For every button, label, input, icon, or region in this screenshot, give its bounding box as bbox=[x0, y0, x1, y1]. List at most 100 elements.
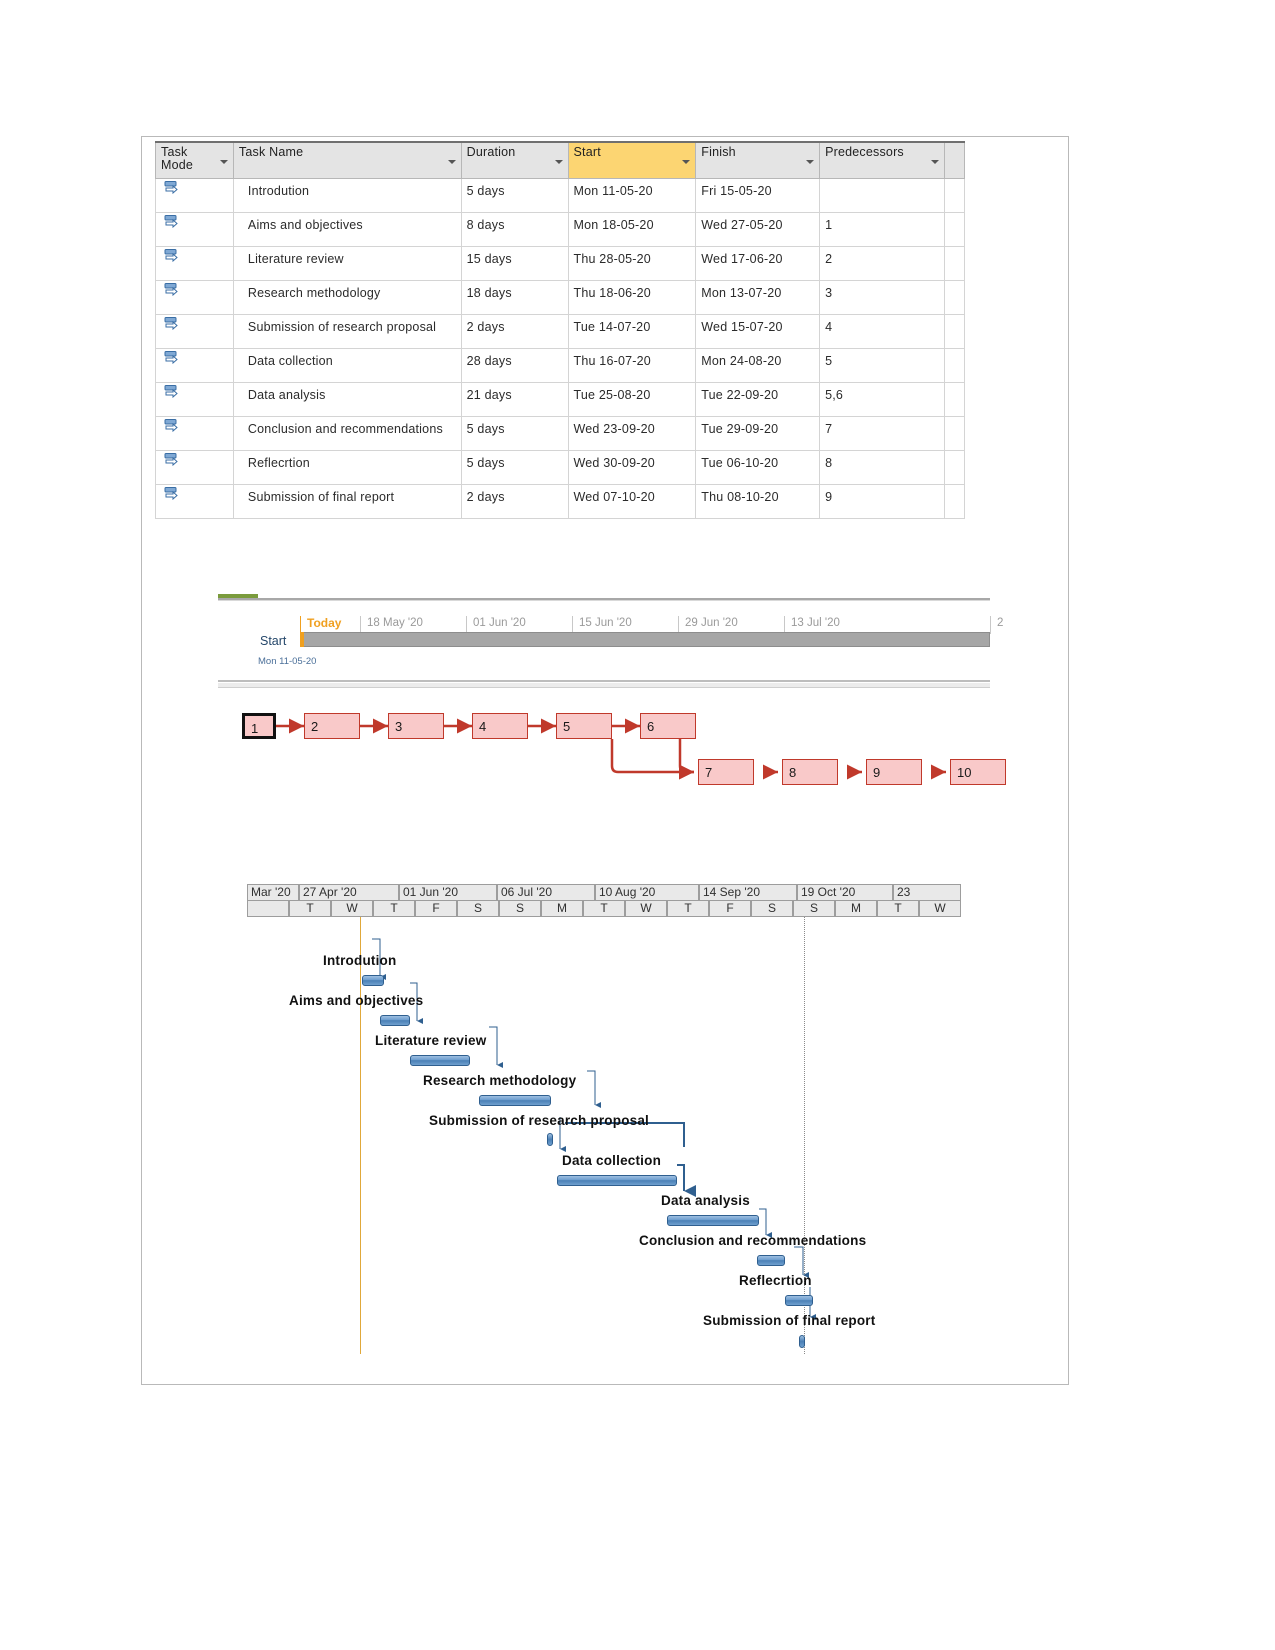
column-header-duration[interactable]: Duration bbox=[460, 141, 569, 179]
network-node-2[interactable]: 2 bbox=[304, 713, 360, 739]
gantt-task-bar[interactable] bbox=[785, 1295, 813, 1306]
gantt-task-bar[interactable] bbox=[667, 1215, 759, 1226]
task-start-cell[interactable]: Thu 18-06-20 bbox=[567, 279, 697, 315]
task-mode-cell[interactable] bbox=[155, 449, 234, 485]
task-predecessors-cell[interactable] bbox=[819, 177, 945, 213]
task-start-cell[interactable]: Wed 30-09-20 bbox=[567, 449, 697, 485]
task-start-cell[interactable]: Tue 25-08-20 bbox=[567, 381, 697, 417]
task-start-cell[interactable]: Thu 16-07-20 bbox=[567, 347, 697, 383]
task-predecessors-cell[interactable]: 5,6 bbox=[819, 381, 945, 417]
gantt-milestone-marker[interactable] bbox=[799, 1335, 805, 1348]
task-name-cell[interactable]: Conclusion and recommendations bbox=[232, 415, 462, 451]
task-finish-cell[interactable]: Tue 29-09-20 bbox=[695, 415, 821, 451]
column-header-overflow[interactable] bbox=[943, 141, 966, 179]
task-duration-cell[interactable]: 5 days bbox=[460, 449, 569, 485]
task-predecessors-cell[interactable]: 1 bbox=[819, 211, 945, 247]
timeline-project-bar[interactable] bbox=[300, 632, 990, 647]
gantt-task-bar[interactable] bbox=[362, 975, 384, 986]
task-start-cell[interactable]: Wed 07-10-20 bbox=[567, 483, 697, 519]
task-duration-cell[interactable]: 2 days bbox=[460, 313, 569, 349]
table-row[interactable]: Data analysis 21 days Tue 25-08-20 Tue 22-0… bbox=[155, 381, 966, 417]
task-mode-cell[interactable] bbox=[155, 245, 234, 281]
task-mode-cell[interactable] bbox=[155, 211, 234, 247]
chevron-down-icon[interactable] bbox=[930, 160, 939, 164]
task-name-cell[interactable]: Reflecrtion bbox=[232, 449, 462, 485]
network-node-9[interactable]: 9 bbox=[866, 759, 922, 785]
network-node-5[interactable]: 5 bbox=[556, 713, 612, 739]
table-row[interactable]: Research methodology 18 days Thu 18-06-20 M… bbox=[155, 279, 966, 315]
task-name-cell[interactable]: Introdution bbox=[232, 177, 462, 213]
task-name-cell[interactable]: Literature review bbox=[232, 245, 462, 281]
task-name-cell[interactable]: Data analysis bbox=[232, 381, 462, 417]
chevron-down-icon[interactable] bbox=[219, 160, 228, 164]
task-start-cell[interactable]: Tue 14-07-20 bbox=[567, 313, 697, 349]
task-predecessors-cell[interactable]: 4 bbox=[819, 313, 945, 349]
task-name-cell[interactable]: Aims and objectives bbox=[232, 211, 462, 247]
task-name-cell[interactable]: Research methodology bbox=[232, 279, 462, 315]
network-node-6[interactable]: 6 bbox=[640, 713, 696, 739]
task-predecessors-cell[interactable]: 8 bbox=[819, 449, 945, 485]
column-header-finish[interactable]: Finish bbox=[695, 141, 821, 179]
task-finish-cell[interactable]: Mon 13-07-20 bbox=[695, 279, 821, 315]
task-duration-cell[interactable]: 15 days bbox=[460, 245, 569, 281]
task-mode-cell[interactable] bbox=[155, 347, 234, 383]
table-row[interactable]: Reflecrtion 5 days Wed 30-09-20 Tue 06-10-2… bbox=[155, 449, 966, 485]
table-row[interactable]: Introdution 5 days Mon 11-05-20 Fri 15-05-2… bbox=[155, 177, 966, 213]
task-predecessors-cell[interactable]: 9 bbox=[819, 483, 945, 519]
table-row[interactable]: Data collection 28 days Thu 16-07-20 Mon 24… bbox=[155, 347, 966, 383]
task-mode-cell[interactable] bbox=[155, 177, 234, 213]
chevron-down-icon[interactable] bbox=[806, 160, 815, 164]
task-finish-cell[interactable]: Mon 24-08-20 bbox=[695, 347, 821, 383]
task-name-cell[interactable]: Data collection bbox=[232, 347, 462, 383]
task-name-cell[interactable]: Submission of final report bbox=[232, 483, 462, 519]
gantt-task-bar[interactable] bbox=[479, 1095, 551, 1106]
task-name-cell[interactable]: Submission of research proposal bbox=[232, 313, 462, 349]
task-duration-cell[interactable]: 5 days bbox=[460, 415, 569, 451]
column-header-task-name[interactable]: Task Name bbox=[232, 141, 462, 179]
network-node-8[interactable]: 8 bbox=[782, 759, 838, 785]
task-predecessors-cell[interactable]: 7 bbox=[819, 415, 945, 451]
chevron-down-icon[interactable] bbox=[447, 160, 456, 164]
gantt-task-bar[interactable] bbox=[380, 1015, 410, 1026]
task-finish-cell[interactable]: Fri 15-05-20 bbox=[695, 177, 821, 213]
task-start-cell[interactable]: Mon 11-05-20 bbox=[567, 177, 697, 213]
column-header-task-mode[interactable]: Task Mode bbox=[155, 141, 234, 179]
task-duration-cell[interactable]: 2 days bbox=[460, 483, 569, 519]
task-mode-cell[interactable] bbox=[155, 483, 234, 519]
chevron-down-icon[interactable] bbox=[554, 160, 563, 164]
gantt-task-bar[interactable] bbox=[410, 1055, 470, 1066]
network-node-7[interactable]: 7 bbox=[698, 759, 754, 785]
table-row[interactable]: Aims and objectives 8 days Mon 18-05-20 Wed… bbox=[155, 211, 966, 247]
task-finish-cell[interactable]: Tue 22-09-20 bbox=[695, 381, 821, 417]
task-mode-cell[interactable] bbox=[155, 381, 234, 417]
task-start-cell[interactable]: Mon 18-05-20 bbox=[567, 211, 697, 247]
task-predecessors-cell[interactable]: 5 bbox=[819, 347, 945, 383]
task-finish-cell[interactable]: Wed 15-07-20 bbox=[695, 313, 821, 349]
task-start-cell[interactable]: Wed 23-09-20 bbox=[567, 415, 697, 451]
table-row[interactable]: Submission of research proposal 2 days Tue… bbox=[155, 313, 966, 349]
task-duration-cell[interactable]: 18 days bbox=[460, 279, 569, 315]
task-mode-cell[interactable] bbox=[155, 415, 234, 451]
column-header-predecessors[interactable]: Predecessors bbox=[819, 141, 945, 179]
task-predecessors-cell[interactable]: 2 bbox=[819, 245, 945, 281]
column-header-start[interactable]: Start bbox=[567, 141, 697, 179]
network-node-4[interactable]: 4 bbox=[472, 713, 528, 739]
gantt-task-bar[interactable] bbox=[557, 1175, 677, 1186]
task-duration-cell[interactable]: 21 days bbox=[460, 381, 569, 417]
task-finish-cell[interactable]: Wed 27-05-20 bbox=[695, 211, 821, 247]
network-node-3[interactable]: 3 bbox=[388, 713, 444, 739]
network-node-10[interactable]: 10 bbox=[950, 759, 1006, 785]
table-row[interactable]: Conclusion and recommendations 5 days Wed … bbox=[155, 415, 966, 451]
network-node-1[interactable]: 1 bbox=[242, 713, 276, 739]
task-duration-cell[interactable]: 28 days bbox=[460, 347, 569, 383]
gantt-milestone-marker[interactable] bbox=[547, 1133, 553, 1146]
task-finish-cell[interactable]: Tue 06-10-20 bbox=[695, 449, 821, 485]
chevron-down-icon[interactable] bbox=[682, 160, 691, 164]
task-mode-cell[interactable] bbox=[155, 279, 234, 315]
task-finish-cell[interactable]: Wed 17-06-20 bbox=[695, 245, 821, 281]
task-start-cell[interactable]: Thu 28-05-20 bbox=[567, 245, 697, 281]
task-mode-cell[interactable] bbox=[155, 313, 234, 349]
table-row[interactable]: Literature review 15 days Thu 28-05-20 Wed … bbox=[155, 245, 966, 281]
task-duration-cell[interactable]: 5 days bbox=[460, 177, 569, 213]
task-predecessors-cell[interactable]: 3 bbox=[819, 279, 945, 315]
